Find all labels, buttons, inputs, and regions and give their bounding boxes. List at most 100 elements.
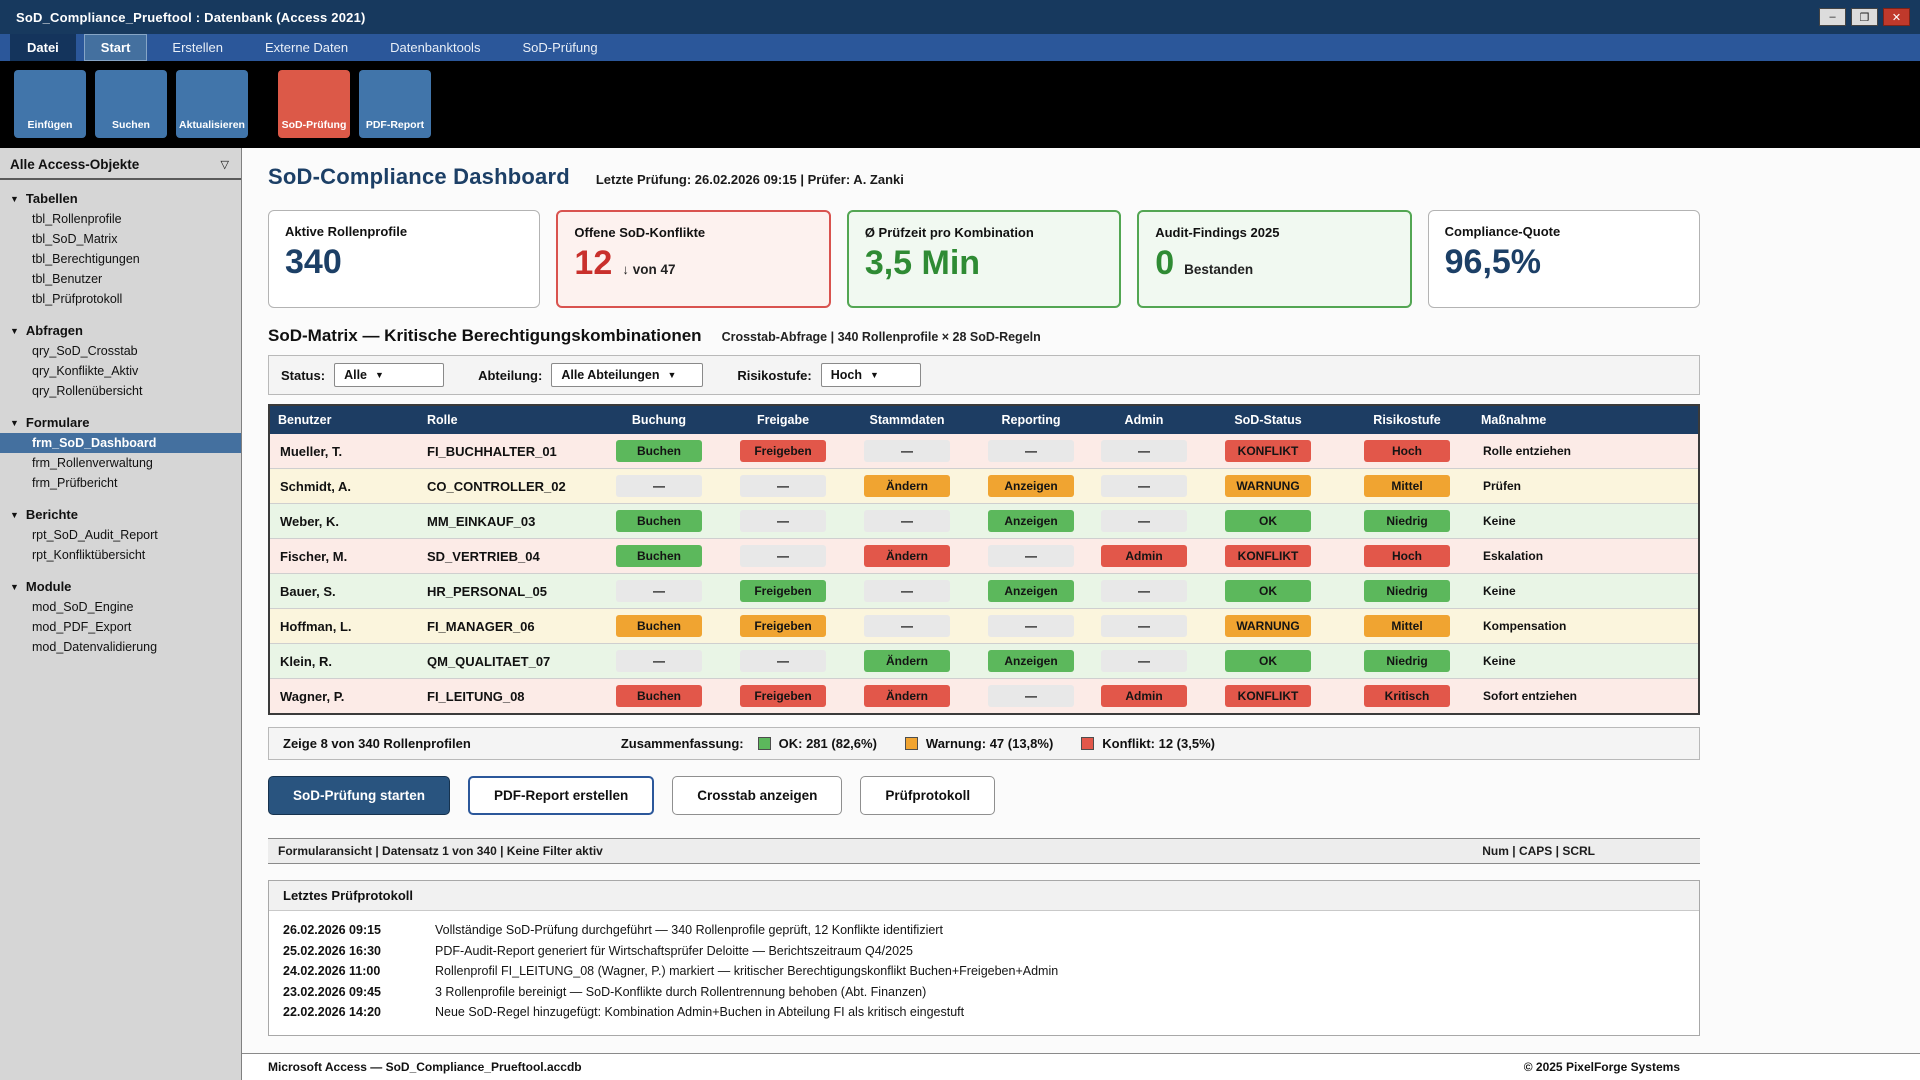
nav-item[interactable]: mod_PDF_Export <box>0 617 241 637</box>
table-cell: Buchen <box>597 679 721 715</box>
matrix-title: SoD-Matrix — Kritische Berechtigungskomb… <box>268 326 702 346</box>
cell-value: Niedrig <box>1364 580 1450 602</box>
table-cell: — <box>721 644 845 679</box>
filter-group: Abteilung: Alle Abteilungen ▼ <box>478 363 703 387</box>
nav-item[interactable]: mod_Datenvalidierung <box>0 637 241 657</box>
dashboard-content: SoD-Compliance Dashboard Letzte Prüfung:… <box>242 148 1700 1036</box>
action-button[interactable]: SoD-Prüfung starten <box>268 776 450 815</box>
nav-item[interactable]: tbl_SoD_Matrix <box>0 229 241 249</box>
cell-value: Anzeigen <box>988 580 1074 602</box>
nav-item[interactable]: qry_SoD_Crosstab <box>0 341 241 361</box>
column-header[interactable]: Reporting <box>969 405 1093 434</box>
table-cell: — <box>721 469 845 504</box>
nav-group-header[interactable]: ▼ Berichte <box>0 504 241 525</box>
action-button[interactable]: Prüfprotokoll <box>860 776 995 815</box>
cell-value: — <box>1101 650 1187 672</box>
kpi-label: Offene SoD-Konflikte <box>574 225 812 240</box>
nav-item[interactable]: rpt_SoD_Audit_Report <box>0 525 241 545</box>
ribbon-tab[interactable]: Datei <box>10 34 76 61</box>
ribbon-tab[interactable]: Start <box>84 34 148 61</box>
cell-value: QM_QUALITAET_07 <box>427 654 550 669</box>
table-row[interactable]: Mueller, T. FI_BUCHHALTER_01 Buchen <box>269 434 1699 469</box>
column-header[interactable]: Risikostufe <box>1341 405 1473 434</box>
filter-dropdown[interactable]: Alle Abteilungen ▼ <box>551 363 703 387</box>
nav-item[interactable]: mod_SoD_Engine <box>0 597 241 617</box>
footer-file-info: Microsoft Access — SoD_Compliance_Prueft… <box>268 1060 582 1074</box>
cell-value: Rolle entziehen <box>1483 444 1571 458</box>
nav-item[interactable]: frm_Rollenverwaltung <box>0 453 241 473</box>
column-header[interactable]: Benutzer <box>269 405 419 434</box>
table-cell: Mittel <box>1341 469 1473 504</box>
cell-value: Bauer, S. <box>280 584 336 599</box>
table-row[interactable]: Fischer, M. SD_VERTRIEB_04 Buchen <box>269 539 1699 574</box>
column-header[interactable]: Admin <box>1093 405 1195 434</box>
nav-item[interactable]: tbl_Berechtigungen <box>0 249 241 269</box>
table-row[interactable]: Bauer, S. HR_PERSONAL_05 — <box>269 574 1699 609</box>
ribbon-tab[interactable]: Erstellen <box>155 34 240 61</box>
nav-items: qry_SoD_Crosstab qry_Konflikte_Aktiv qry… <box>0 341 241 401</box>
column-header[interactable]: Rolle <box>419 405 597 434</box>
nav-group: ▼ Formulare frm_SoD_Dashboard frm_Rollen… <box>0 412 241 493</box>
nav-item[interactable]: qry_Rollenübersicht <box>0 381 241 401</box>
nav-item[interactable]: frm_Prüfbericht <box>0 473 241 493</box>
ribbon-button[interactable]: PDF-Report <box>359 70 431 138</box>
actions-row: SoD-Prüfung starten PDF-Report erstellen… <box>268 776 1700 815</box>
ribbon-tab[interactable]: Datenbanktools <box>373 34 497 61</box>
cell-value: — <box>988 545 1074 567</box>
nav-item[interactable]: tbl_Rollenprofile <box>0 209 241 229</box>
table-cell: Ändern <box>845 644 969 679</box>
table-row[interactable]: Hoffman, L. FI_MANAGER_06 Buchen <box>269 609 1699 644</box>
ribbon-tab[interactable]: SoD-Prüfung <box>505 34 614 61</box>
filter-dropdown[interactable]: Hoch ▼ <box>821 363 921 387</box>
column-header[interactable]: Freigabe <box>721 405 845 434</box>
ribbon-button[interactable]: SoD-Prüfung <box>278 70 350 138</box>
nav-group-header[interactable]: ▼ Module <box>0 576 241 597</box>
log-entry-text: Neue SoD-Regel hinzugefügt: Kombination … <box>435 1002 964 1023</box>
ribbon-button[interactable]: Aktualisieren <box>176 70 248 138</box>
action-button[interactable]: PDF-Report erstellen <box>468 776 654 815</box>
ribbon-button-label: SoD-Prüfung <box>282 119 347 131</box>
nav-group-header[interactable]: ▼ Formulare <box>0 412 241 433</box>
column-header[interactable]: Stammdaten <box>845 405 969 434</box>
window-control-button[interactable]: ❐ <box>1851 8 1878 26</box>
table-cell: OK <box>1195 574 1341 609</box>
nav-pane: Alle Access-Objekte ▽ ▼ Tabellen tbl_Rol… <box>0 148 242 1080</box>
nav-group-header[interactable]: ▼ Abfragen <box>0 320 241 341</box>
table-cell: Anzeigen <box>969 469 1093 504</box>
nav-group: ▼ Module mod_SoD_Engine mod_PDF_Export m… <box>0 576 241 657</box>
collapse-triangle-icon: ▼ <box>10 510 19 520</box>
nav-item[interactable]: frm_SoD_Dashboard <box>0 433 241 453</box>
table-cell: Anzeigen <box>969 644 1093 679</box>
nav-item[interactable]: rpt_Konfliktübersicht <box>0 545 241 565</box>
window-control-button[interactable]: ✕ <box>1883 8 1910 26</box>
cell-value: Hoffman, L. <box>280 619 352 634</box>
ribbon-tab[interactable]: Externe Daten <box>248 34 365 61</box>
table-row[interactable]: Klein, R. QM_QUALITAET_07 — <box>269 644 1699 679</box>
table-row[interactable]: Schmidt, A. CO_CONTROLLER_02 — <box>269 469 1699 504</box>
table-cell: Buchen <box>597 609 721 644</box>
cell-value: — <box>864 440 950 462</box>
cell-value: Buchen <box>616 440 702 462</box>
legend-item: Warnung: 47 (13,8%) <box>905 736 1053 751</box>
nav-item[interactable]: tbl_Prüfprotokoll <box>0 289 241 309</box>
table-row[interactable]: Wagner, P. FI_LEITUNG_08 Buchen <box>269 679 1699 715</box>
window-control-button[interactable]: – <box>1819 8 1846 26</box>
table-row[interactable]: Weber, K. MM_EINKAUF_03 Buchen <box>269 504 1699 539</box>
legend-item: OK: 281 (82,6%) <box>758 736 877 751</box>
table-cell: — <box>1093 504 1195 539</box>
filter-dropdown[interactable]: Alle ▼ <box>334 363 444 387</box>
ribbon-button[interactable]: Suchen <box>95 70 167 138</box>
nav-group-label: Module <box>26 579 72 594</box>
column-header[interactable]: Buchung <box>597 405 721 434</box>
nav-item[interactable]: qry_Konflikte_Aktiv <box>0 361 241 381</box>
cell-value: Wagner, P. <box>280 689 344 704</box>
nav-group-header[interactable]: ▼ Tabellen <box>0 188 241 209</box>
column-header[interactable]: SoD-Status <box>1195 405 1341 434</box>
action-button[interactable]: Crosstab anzeigen <box>672 776 842 815</box>
nav-pane-header[interactable]: Alle Access-Objekte ▽ <box>0 150 241 180</box>
table-cell: KONFLIKT <box>1195 434 1341 469</box>
column-header[interactable]: Maßnahme <box>1473 405 1699 434</box>
nav-item[interactable]: tbl_Benutzer <box>0 269 241 289</box>
ribbon-button[interactable]: Einfügen <box>14 70 86 138</box>
table-cell: Schmidt, A. <box>269 469 419 504</box>
